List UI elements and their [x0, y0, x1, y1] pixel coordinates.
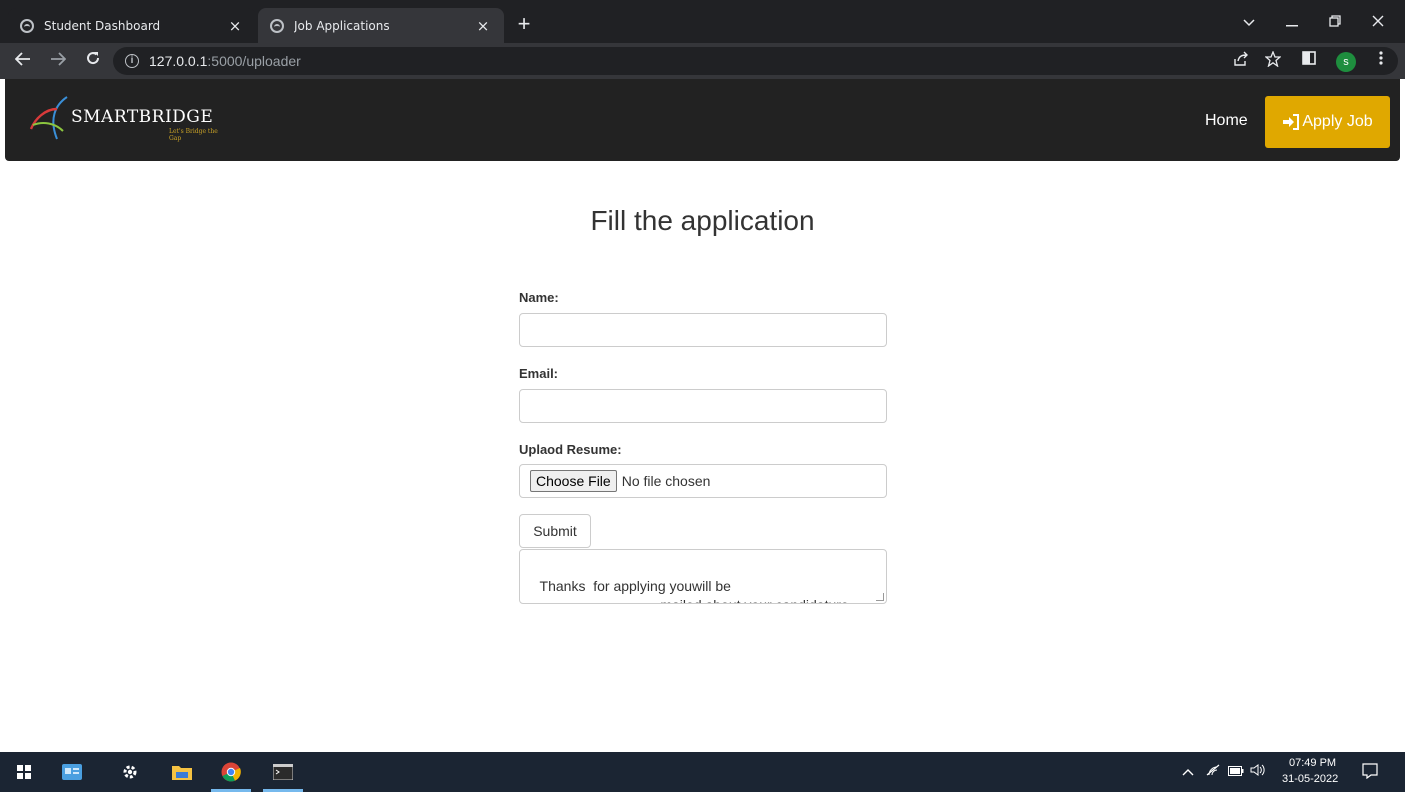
file-explorer-icon[interactable] [158, 752, 206, 792]
minimize-icon[interactable] [1275, 8, 1309, 36]
tab-search-icon[interactable] [1232, 8, 1266, 36]
message-text: Thanks for applying youwill be mailed ab… [539, 578, 849, 603]
no-file-text: No file chosen [621, 473, 711, 489]
info-icon[interactable]: i [125, 54, 139, 68]
nav-home-link[interactable]: Home [1205, 112, 1248, 130]
close-window-icon[interactable] [1361, 8, 1395, 36]
globe-icon [270, 18, 284, 33]
star-icon[interactable] [1262, 50, 1284, 71]
resume-file-input[interactable]: Choose File No file chosen [519, 464, 887, 498]
submit-button[interactable]: Submit [519, 514, 591, 548]
terminal-icon[interactable] [259, 752, 307, 792]
clock-date[interactable]: 31-05-2022 [1282, 773, 1338, 785]
browser-toolbar: i 127.0.0.1 :5000/uploader s [0, 43, 1405, 79]
news-icon[interactable] [48, 752, 96, 792]
side-panel-icon[interactable] [1298, 51, 1320, 71]
tab-close-icon[interactable]: × [226, 17, 244, 35]
share-icon[interactable] [1230, 51, 1252, 71]
brand-name: SMARTBRIDGE [71, 107, 214, 127]
choose-file-button[interactable]: Choose File [530, 470, 617, 492]
url-host: 127.0.0.1 [149, 53, 208, 69]
menu-dots-icon[interactable] [1370, 51, 1392, 71]
volume-icon[interactable] [1250, 764, 1266, 779]
email-input[interactable] [519, 389, 887, 423]
windows-taskbar: 07:49 PM 31-05-2022 [0, 752, 1405, 792]
tab-title: Student Dashboard [44, 18, 161, 33]
resume-label: Uplaod Resume: [519, 442, 622, 457]
restore-icon[interactable] [1318, 8, 1352, 36]
apply-job-button[interactable]: Apply Job [1265, 96, 1390, 148]
brand-logo[interactable]: SMARTBRIDGE Let's Bridge the Gap [27, 93, 227, 145]
tab-job-applications[interactable]: Job Applications × [258, 8, 504, 43]
smartbridge-logo-icon [29, 96, 68, 140]
tab-title: Job Applications [294, 18, 390, 33]
name-label: Name: [519, 290, 559, 305]
email-label: Email: [519, 366, 559, 381]
url-path: :5000/uploader [207, 53, 301, 69]
forward-arrow-icon[interactable] [45, 48, 71, 74]
apply-job-label: Apply Job [1302, 113, 1373, 130]
reload-icon[interactable] [80, 48, 106, 74]
settings-gear-icon[interactable] [106, 752, 154, 792]
windows-start-icon[interactable] [0, 752, 48, 792]
login-icon [1283, 114, 1300, 130]
tab-close-icon[interactable]: × [474, 17, 492, 35]
globe-icon [20, 18, 34, 33]
resize-grip-icon[interactable] [876, 593, 884, 601]
new-tab-button[interactable]: + [510, 10, 538, 38]
address-bar[interactable]: i 127.0.0.1 :5000/uploader [113, 47, 1398, 75]
browser-tab-strip: Student Dashboard × Job Applications × + [0, 0, 1405, 43]
notifications-icon[interactable] [1362, 763, 1378, 782]
name-input[interactable] [519, 313, 887, 347]
chrome-icon[interactable] [207, 752, 255, 792]
battery-icon[interactable] [1228, 764, 1244, 779]
tab-student-dashboard[interactable]: Student Dashboard × [8, 8, 256, 43]
message-textarea[interactable]: Thanks for applying youwill be mailed ab… [519, 549, 887, 604]
tray-chevron-up-icon[interactable] [1182, 764, 1194, 779]
profile-avatar[interactable]: s [1336, 52, 1356, 72]
page-title: Fill the application [590, 205, 815, 236]
brand-tagline: Let's Bridge the Gap [169, 128, 218, 142]
back-arrow-icon[interactable] [10, 48, 36, 74]
network-icon[interactable] [1206, 764, 1220, 779]
site-navbar: SMARTBRIDGE Let's Bridge the Gap Home Ap… [5, 79, 1400, 161]
clock-time[interactable]: 07:49 PM [1289, 757, 1336, 769]
